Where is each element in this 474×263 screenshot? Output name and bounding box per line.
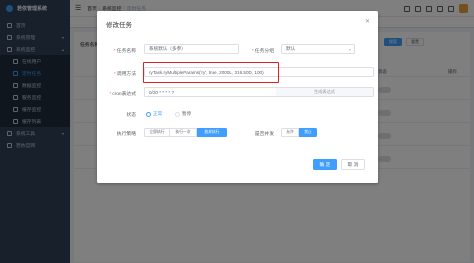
edit-job-dialog: 修改任务 ✕ xyxy=(97,11,378,183)
concurrent-option-forbid[interactable]: 禁止 xyxy=(299,128,317,137)
confirm-button[interactable]: 确 定 xyxy=(313,159,337,170)
task-name-label: *任务名称 xyxy=(113,49,136,54)
concurrent-label: 是否并发 xyxy=(254,132,274,137)
task-group-label: *任务分组 xyxy=(251,49,274,54)
misfire-option-once[interactable]: 执行一次 xyxy=(170,128,197,137)
status-label: 状态 xyxy=(126,113,136,118)
close-icon[interactable]: ✕ xyxy=(365,18,370,25)
dialog-title: 修改任务 xyxy=(106,22,132,29)
status-radio-normal[interactable]: 正常 xyxy=(146,111,162,117)
radio-label: 正常 xyxy=(153,111,163,116)
generate-cron-button[interactable]: 生成表达式 xyxy=(276,87,374,97)
misfire-policy-label: 执行策略 xyxy=(116,132,136,137)
misfire-option-abandon[interactable]: 放弃执行 xyxy=(197,128,227,137)
cancel-button[interactable]: 取 消 xyxy=(341,159,365,170)
invoke-target-label: *调用方法 xyxy=(113,72,136,77)
radio-label: 暂停 xyxy=(182,111,192,116)
task-group-select[interactable]: 默认 ▾ xyxy=(281,44,355,54)
cron-label: *cron表达式 xyxy=(109,92,136,97)
radio-dot xyxy=(175,111,180,117)
concurrent-option-allow[interactable]: 允许 xyxy=(281,128,299,137)
radio-dot xyxy=(146,111,151,117)
chevron-down-icon: ▾ xyxy=(348,47,351,52)
cron-expression-input[interactable]: 0/20 * * * * ? xyxy=(144,87,277,97)
misfire-option-immediate[interactable]: 立即执行 xyxy=(144,128,170,137)
status-radio-paused[interactable]: 暂停 xyxy=(175,111,191,117)
highlight-annotation xyxy=(143,62,279,83)
task-name-input[interactable]: 系统默认（多参） xyxy=(144,44,239,54)
